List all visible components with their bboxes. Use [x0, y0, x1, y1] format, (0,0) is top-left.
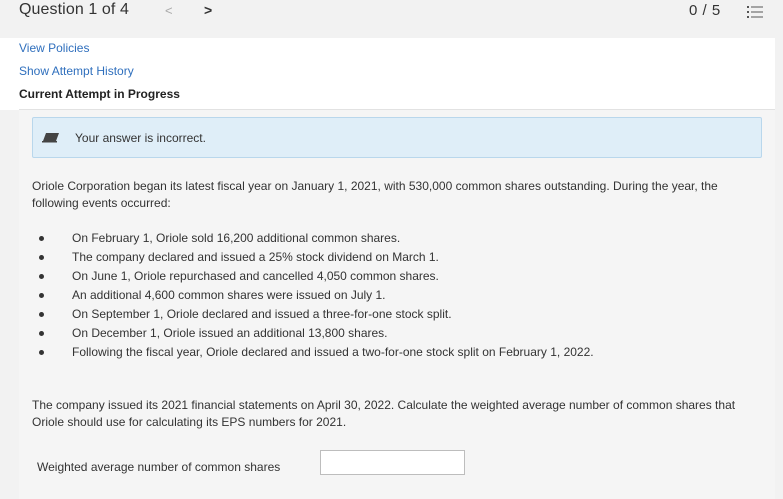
list-item: On February 1, Oriole sold 16,200 additi…: [32, 229, 732, 248]
bullet-icon: [39, 331, 44, 336]
list-item: On June 1, Oriole repurchased and cancel…: [32, 267, 732, 286]
bullet-icon: [39, 350, 44, 355]
next-question-button[interactable]: >: [204, 2, 212, 18]
bullet-icon: [39, 274, 44, 279]
score-display: 0 / 5: [689, 2, 721, 19]
view-policies-link[interactable]: View Policies: [19, 41, 89, 55]
bullet-icon: [39, 293, 44, 298]
question-counter: Question 1 of 4: [19, 1, 130, 18]
list-item: Following the fiscal year, Oriole declar…: [32, 343, 732, 362]
bullet-icon: [39, 312, 44, 317]
attempt-status: Current Attempt in Progress: [19, 87, 180, 101]
event-text: The company declared and issued a 25% st…: [72, 250, 439, 264]
event-text: On June 1, Oriole repurchased and cancel…: [72, 269, 439, 283]
question-header: Question 1 of 4 < > 0 / 5: [0, 0, 783, 38]
show-attempt-history-link[interactable]: Show Attempt History: [19, 64, 134, 78]
event-text: An additional 4,600 common shares were i…: [72, 288, 386, 302]
weighted-average-shares-input[interactable]: [320, 450, 465, 475]
list-item: An additional 4,600 common shares were i…: [32, 286, 732, 305]
list-item: On September 1, Oriole declared and issu…: [32, 305, 732, 324]
event-text: On September 1, Oriole declared and issu…: [72, 307, 452, 321]
problem-question: The company issued its 2021 financial st…: [32, 398, 736, 429]
bullet-icon: [39, 255, 44, 260]
list-item: The company declared and issued a 25% st…: [32, 248, 732, 267]
event-text: On February 1, Oriole sold 16,200 additi…: [72, 231, 401, 245]
event-text: On December 1, Oriole issued an addition…: [72, 326, 388, 340]
feedback-message: Your answer is incorrect.: [75, 131, 206, 145]
list-item: On December 1, Oriole issued an addition…: [32, 324, 732, 343]
event-text: Following the fiscal year, Oriole declar…: [72, 345, 594, 359]
answer-label: Weighted average number of common shares: [37, 460, 281, 474]
problem-intro: Oriole Corporation began its latest fisc…: [32, 179, 718, 210]
events-list: On February 1, Oriole sold 16,200 additi…: [32, 229, 732, 362]
pencil-icon: [42, 133, 59, 143]
previous-question-button[interactable]: <: [165, 3, 173, 18]
bullet-icon: [39, 236, 44, 241]
question-list-icon[interactable]: [747, 4, 763, 20]
